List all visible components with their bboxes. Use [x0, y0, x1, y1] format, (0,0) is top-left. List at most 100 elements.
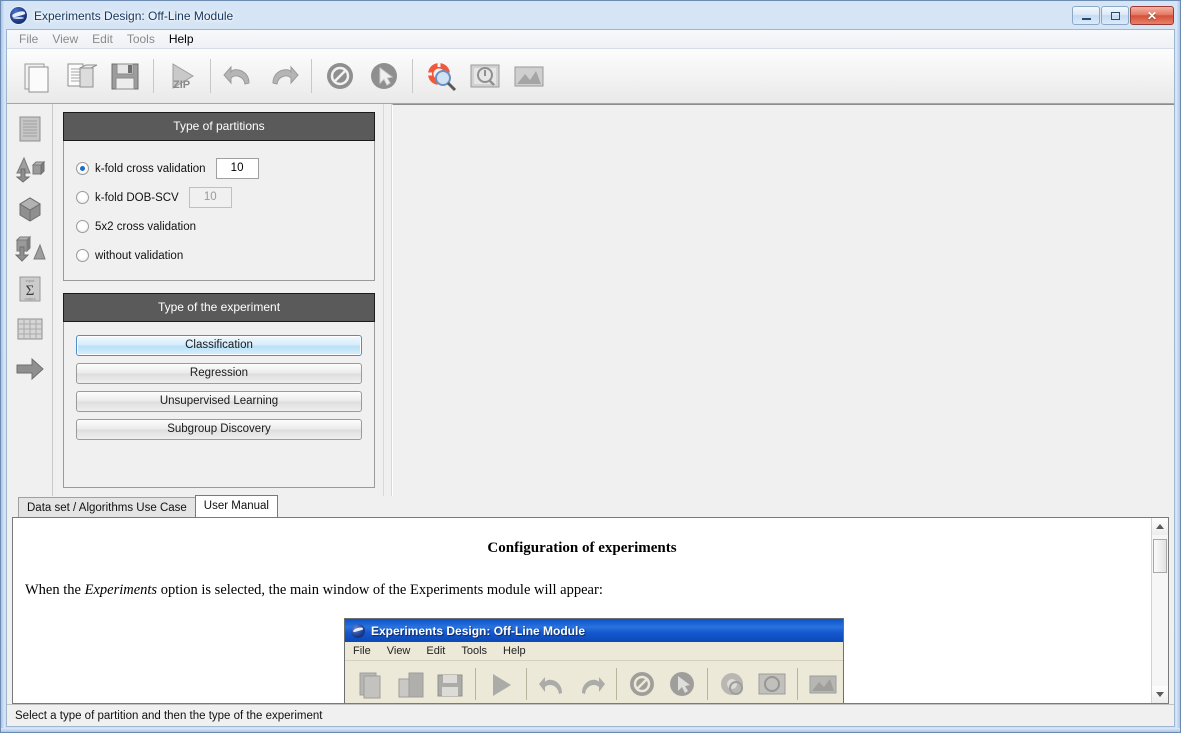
shapes-merge-icon[interactable] [12, 232, 48, 266]
maximize-button[interactable] [1101, 6, 1129, 25]
partition-label-without-validation: without validation [95, 249, 184, 262]
scroll-track[interactable] [1152, 535, 1168, 686]
embedded-menu-bar: File View Edit Tools Help [345, 642, 843, 661]
undo-icon[interactable] [217, 54, 261, 98]
experiment-button-unsupervised-learning[interactable]: Unsupervised Learning [76, 391, 362, 412]
partition-label-kfold-cv: k-fold cross validation [95, 162, 206, 175]
embedded-cancel-icon [622, 664, 662, 703]
embedded-menu-file: File [353, 645, 371, 657]
left-toolbar: Σ input output [7, 104, 53, 496]
menu-view[interactable]: View [45, 31, 85, 47]
user-manual-pane: Configuration of experiments When the Ex… [12, 517, 1169, 704]
partition-option-kfold-dobscv[interactable]: k-fold DOB-SCV 10 [76, 183, 374, 212]
image-graph-icon[interactable] [507, 54, 551, 98]
svg-text:output: output [24, 296, 36, 301]
document-icon[interactable] [12, 112, 48, 146]
menu-help[interactable]: Help [162, 31, 201, 47]
embedded-image-graph-icon [803, 664, 843, 703]
embedded-menu-help: Help [503, 645, 526, 657]
panel-splitter[interactable] [383, 104, 392, 496]
experiment-group: Type of the experiment Classification Re… [63, 293, 375, 488]
title-bar[interactable]: Experiments Design: Off-Line Module ✕ [5, 2, 1176, 29]
manual-paragraph-after: option is selected, the main window of t… [157, 582, 603, 598]
open-folder-icon[interactable] [59, 54, 103, 98]
manual-paragraph-before: When the [25, 582, 85, 598]
manual-paragraph-italic: Experiments [84, 582, 158, 598]
sigma-sum-icon[interactable]: Σ input output [12, 272, 48, 306]
embedded-globe-icon [351, 623, 365, 638]
embedded-toolbar-separator [475, 668, 477, 700]
redo-icon[interactable] [261, 54, 305, 98]
embedded-menu-edit: Edit [426, 645, 446, 657]
window-edge-right [1176, 1, 1180, 732]
workspace-canvas[interactable] [392, 104, 1174, 496]
radio-5x2-cv[interactable] [76, 220, 89, 233]
embedded-window-title: Experiments Design: Off-Line Module [371, 623, 586, 638]
manual-paragraph: When the Experiments option is selected,… [25, 582, 1151, 599]
embedded-menu-view: View [386, 645, 411, 657]
scroll-thumb[interactable] [1153, 539, 1167, 573]
toolbar-separator [311, 59, 312, 93]
cube-icon[interactable] [12, 192, 48, 226]
kfold-cv-value-input[interactable]: 10 [215, 158, 259, 179]
manual-document: Configuration of experiments When the Ex… [13, 518, 1151, 703]
grid-table-icon[interactable] [12, 312, 48, 346]
partition-option-kfold-cv[interactable]: k-fold cross validation 10 [76, 154, 374, 183]
menu-file[interactable]: File [12, 31, 45, 47]
main-toolbar: ZIP [7, 49, 1174, 104]
embedded-title-bar: Experiments Design: Off-Line Module [345, 619, 843, 642]
close-button[interactable]: ✕ [1130, 6, 1174, 25]
embedded-open-folder-icon [391, 664, 431, 703]
embedded-toolbar-separator [525, 668, 527, 700]
status-message: Select a type of partition and then the … [15, 709, 323, 722]
kfold-dobscv-value-input[interactable]: 10 [188, 187, 232, 208]
application-window: Experiments Design: Off-Line Module ✕ Fi… [0, 0, 1181, 733]
partition-label-kfold-dobscv: k-fold DOB-SCV [95, 191, 179, 204]
svg-text:ZIP: ZIP [173, 79, 190, 91]
menu-tools[interactable]: Tools [120, 31, 162, 47]
status-bar: Select a type of partition and then the … [7, 704, 1174, 726]
cancel-icon[interactable] [318, 54, 362, 98]
radio-kfold-cv[interactable] [76, 162, 89, 175]
scroll-down-arrow[interactable] [1152, 686, 1168, 703]
experiment-button-classification[interactable]: Classification [76, 335, 362, 356]
partitions-header: Type of partitions [63, 112, 375, 141]
save-floppy-icon[interactable] [103, 54, 147, 98]
partition-option-without-validation[interactable]: without validation [76, 241, 374, 270]
radio-kfold-dobscv[interactable] [76, 191, 89, 204]
shapes-split-icon[interactable] [12, 152, 48, 186]
help-lifesaver-icon[interactable] [419, 54, 463, 98]
tab-data-set-algorithms-use-case[interactable]: Data set / Algorithms Use Case [18, 497, 196, 517]
run-zip-icon[interactable]: ZIP [160, 54, 204, 98]
experiment-body: Classification Regression Unsupervised L… [64, 321, 374, 458]
zoom-preview-icon[interactable] [463, 54, 507, 98]
partition-label-5x2-cv: 5x2 cross validation [95, 220, 196, 233]
embedded-toolbar-separator [706, 668, 708, 700]
window-controls: ✕ [1072, 6, 1174, 25]
minimize-button[interactable] [1072, 6, 1100, 25]
select-arrow-icon[interactable] [362, 54, 406, 98]
manual-heading: Configuration of experiments [487, 540, 677, 556]
manual-vertical-scrollbar[interactable] [1151, 518, 1168, 703]
partition-option-5x2-cv[interactable]: 5x2 cross validation [76, 212, 374, 241]
experiment-button-regression[interactable]: Regression [76, 363, 362, 384]
tab-strip: Data set / Algorithms Use Case User Manu… [12, 495, 1172, 517]
main-content: Σ input output Type of partitions k-fold… [7, 104, 1174, 496]
client-area: File View Edit Tools Help ZIP Σ input ou… [6, 29, 1175, 727]
new-document-icon[interactable] [15, 54, 59, 98]
embedded-toolbar [345, 661, 843, 703]
toolbar-separator [412, 59, 413, 93]
menu-edit[interactable]: Edit [85, 31, 120, 47]
experiment-button-subgroup-discovery[interactable]: Subgroup Discovery [76, 419, 362, 440]
bottom-pane: Data set / Algorithms Use Case User Manu… [7, 495, 1174, 704]
manual-embedded-screenshot: Experiments Design: Off-Line Module File… [344, 618, 844, 703]
toolbar-separator [210, 59, 211, 93]
menu-bar: File View Edit Tools Help [7, 30, 1174, 49]
tab-user-manual[interactable]: User Manual [194, 495, 278, 517]
embedded-run-icon [481, 664, 521, 703]
arrow-right-icon[interactable] [12, 352, 48, 386]
radio-without-validation[interactable] [76, 249, 89, 262]
globe-icon [10, 7, 27, 24]
scroll-up-arrow[interactable] [1152, 518, 1168, 535]
window-title: Experiments Design: Off-Line Module [34, 8, 234, 23]
